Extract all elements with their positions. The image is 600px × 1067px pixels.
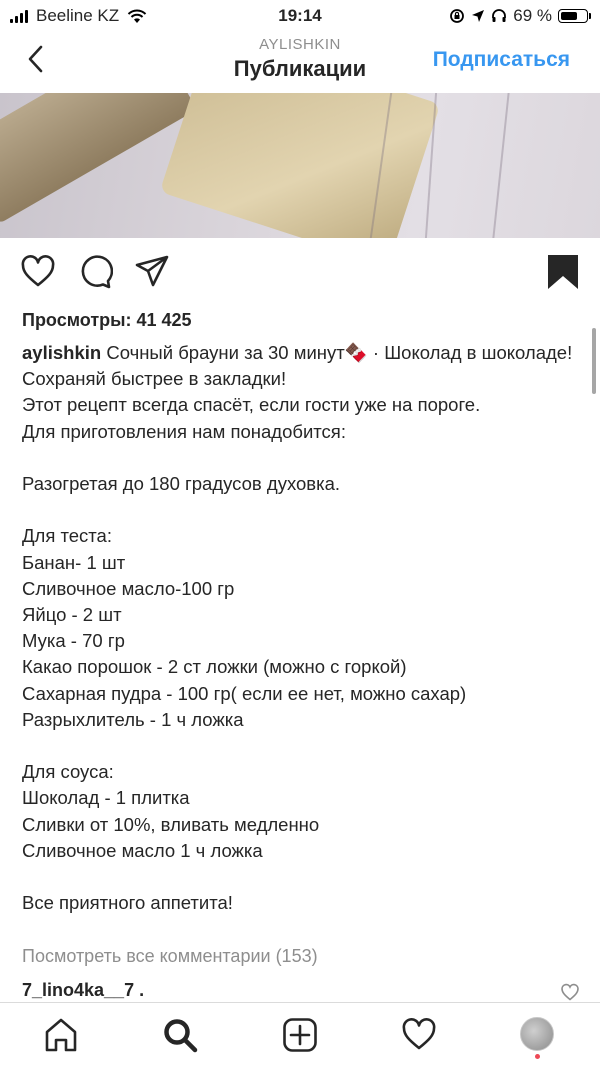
- status-bar: Beeline KZ 19:14 69 %: [0, 0, 600, 32]
- post-caption: aylishkin Сочный брауни за 30 минут🍫 · Ш…: [22, 340, 582, 916]
- view-all-comments-link[interactable]: Посмотреть все комментарии (153): [22, 946, 318, 967]
- battery-icon: [558, 9, 591, 23]
- headphones-icon: [492, 9, 507, 22]
- screen-lock-icon: [450, 9, 465, 23]
- avatar[interactable]: [520, 1017, 554, 1051]
- notification-dot: [535, 1054, 540, 1059]
- heart-icon[interactable]: [401, 1017, 437, 1053]
- caption-username[interactable]: aylishkin: [22, 342, 101, 363]
- video-frame-paper: [159, 93, 441, 238]
- bookmark-filled-icon[interactable]: [545, 254, 581, 290]
- heart-icon[interactable]: [20, 254, 56, 290]
- video-frame-texture: [492, 93, 510, 238]
- heart-icon[interactable]: [560, 982, 580, 1002]
- comment-icon[interactable]: [77, 254, 113, 290]
- location-icon: [472, 10, 485, 22]
- caption-text: Сочный брауни за 30 минут🍫 · Шоколад в ш…: [22, 342, 573, 914]
- send-icon[interactable]: [134, 254, 170, 290]
- post-video[interactable]: [0, 93, 600, 238]
- comment-username[interactable]: 7_lino4ka__7 .: [22, 980, 144, 1001]
- views-count: Просмотры: 41 425: [22, 310, 192, 330]
- bottom-tab-bar: [0, 1002, 600, 1067]
- follow-button[interactable]: Подписаться: [433, 48, 570, 72]
- video-frame-wood: [0, 93, 198, 225]
- search-icon[interactable]: [162, 1017, 198, 1053]
- battery-percent: 69 %: [513, 6, 552, 25]
- post-actions: [0, 254, 600, 294]
- nav-header: AYLISHKIN Публикации Подписаться: [0, 32, 600, 92]
- add-post-icon[interactable]: [282, 1017, 318, 1053]
- home-icon[interactable]: [43, 1017, 79, 1053]
- scrollbar[interactable]: [592, 328, 596, 394]
